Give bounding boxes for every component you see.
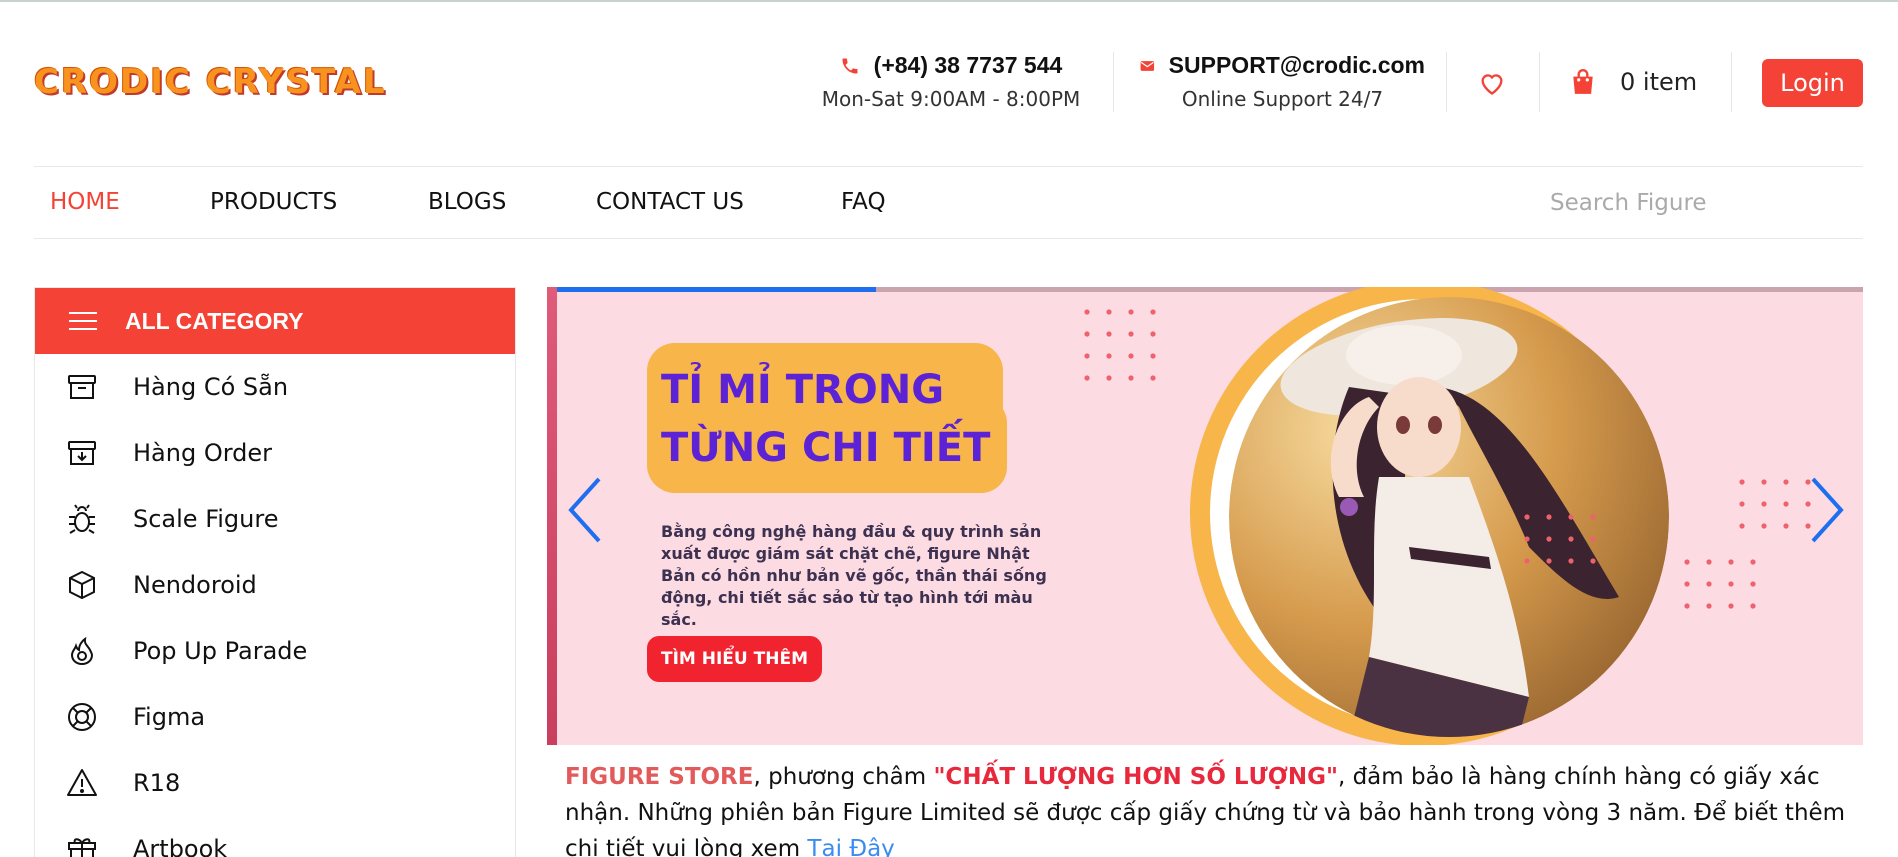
category-label: Artbook	[133, 835, 228, 857]
shopping-bag-icon	[1573, 68, 1593, 94]
divider	[1446, 52, 1447, 112]
motto: "CHẤT LƯỢNG HƠN SỐ LƯỢNG"	[933, 764, 1338, 790]
category-label: Pop Up Parade	[133, 637, 308, 665]
warning-icon	[67, 769, 97, 796]
main-nav: HOME PRODUCTS BLOGS CONTACT US FAQ	[34, 166, 1863, 239]
mail-icon	[1140, 60, 1155, 71]
category-artbook[interactable]: Artbook	[35, 816, 515, 857]
login-button[interactable]: Login	[1762, 59, 1863, 107]
support-note: Online Support 24/7	[1181, 87, 1384, 111]
all-category-header[interactable]: ALL CATEGORY	[35, 288, 515, 354]
prev-slide-button[interactable]	[565, 475, 605, 549]
all-category-label: ALL CATEGORY	[125, 307, 304, 334]
archive-download-icon	[68, 441, 96, 465]
wishlist-button[interactable]	[1478, 70, 1506, 100]
slide-progress-bar	[547, 287, 1863, 292]
gift-icon	[68, 838, 96, 857]
intro-text: , phương châm	[753, 764, 934, 790]
cart-count: 0 item	[1620, 68, 1698, 96]
site-logo[interactable]: CRODIC CRYSTAL	[34, 62, 387, 102]
category-pop-up-parade[interactable]: Pop Up Parade	[35, 618, 515, 684]
phone-icon	[842, 58, 858, 73]
lifebuoy-icon	[68, 703, 96, 731]
divider	[1113, 52, 1114, 112]
category-sidebar: ALL CATEGORY Hàng Có Sẵn Hàng Order Scal…	[34, 287, 516, 857]
hamburger-menu-icon	[69, 312, 97, 330]
nav-home[interactable]: HOME	[50, 189, 120, 215]
category-scale-figure[interactable]: Scale Figure	[35, 486, 515, 552]
category-label: R18	[133, 769, 181, 797]
banner-description: Bằng công nghệ hàng đầu & quy trình sản …	[661, 522, 1047, 629]
chevron-left-icon	[568, 477, 601, 543]
divider	[1539, 52, 1540, 112]
banner-headline: TỈ MỈ TRONG TỪNG CHI TIẾT	[661, 367, 991, 471]
nav-faq[interactable]: FAQ	[841, 189, 886, 215]
category-label: Nendoroid	[133, 571, 257, 599]
details-link[interactable]: Tại Đây	[807, 836, 894, 857]
nav-products[interactable]: PRODUCTS	[210, 189, 337, 215]
category-figma[interactable]: Figma	[35, 684, 515, 750]
cart-button[interactable]: 0 item	[1570, 68, 1697, 96]
heart-icon	[1481, 74, 1503, 95]
search-input[interactable]	[1550, 185, 1860, 221]
bug-icon	[69, 504, 95, 534]
store-intro: FIGURE STORE, phương châm "CHẤT LƯỢNG HƠ…	[565, 759, 1855, 857]
chevron-right-icon	[1811, 477, 1844, 543]
hero-banner: TỈ MỈ TRONG TỪNG CHI TIẾT Bằng công nghệ…	[547, 287, 1863, 745]
learn-more-button[interactable]: TÌM HIỂU THÊM	[647, 636, 822, 682]
divider	[1731, 52, 1732, 112]
category-label: Figma	[133, 703, 206, 731]
support-email[interactable]: SUPPORT@crodic.com	[1169, 52, 1425, 79]
phone-contact: (+84) 38 7737 544 Mon-Sat 9:00AM - 8:00P…	[816, 52, 1086, 111]
category-label: Scale Figure	[133, 505, 279, 533]
category-r18[interactable]: R18	[35, 750, 515, 816]
category-nendoroid[interactable]: Nendoroid	[35, 552, 515, 618]
fire-icon	[70, 636, 94, 666]
category-hang-co-san[interactable]: Hàng Có Sẵn	[35, 354, 515, 420]
dot-pattern	[1524, 514, 1596, 564]
slide-progress-fill	[547, 287, 876, 292]
nav-contact-us[interactable]: CONTACT US	[596, 189, 744, 215]
dot-pattern	[1684, 559, 1756, 609]
phone-number[interactable]: (+84) 38 7737 544	[874, 52, 1063, 79]
dot-pattern	[1084, 309, 1156, 381]
phone-hours: Mon-Sat 9:00AM - 8:00PM	[821, 87, 1081, 111]
store-name: FIGURE STORE	[565, 764, 754, 790]
category-label: Hàng Có Sẵn	[133, 373, 289, 401]
archive-box-icon	[68, 375, 96, 399]
previous-slide-edge	[547, 287, 557, 745]
next-slide-button[interactable]	[1807, 475, 1847, 549]
cube-icon	[69, 570, 95, 600]
category-hang-order[interactable]: Hàng Order	[35, 420, 515, 486]
nav-blogs[interactable]: BLOGS	[428, 189, 506, 215]
top-border	[0, 0, 1898, 2]
category-label: Hàng Order	[133, 439, 273, 467]
email-contact: SUPPORT@crodic.com Online Support 24/7	[1140, 52, 1425, 111]
